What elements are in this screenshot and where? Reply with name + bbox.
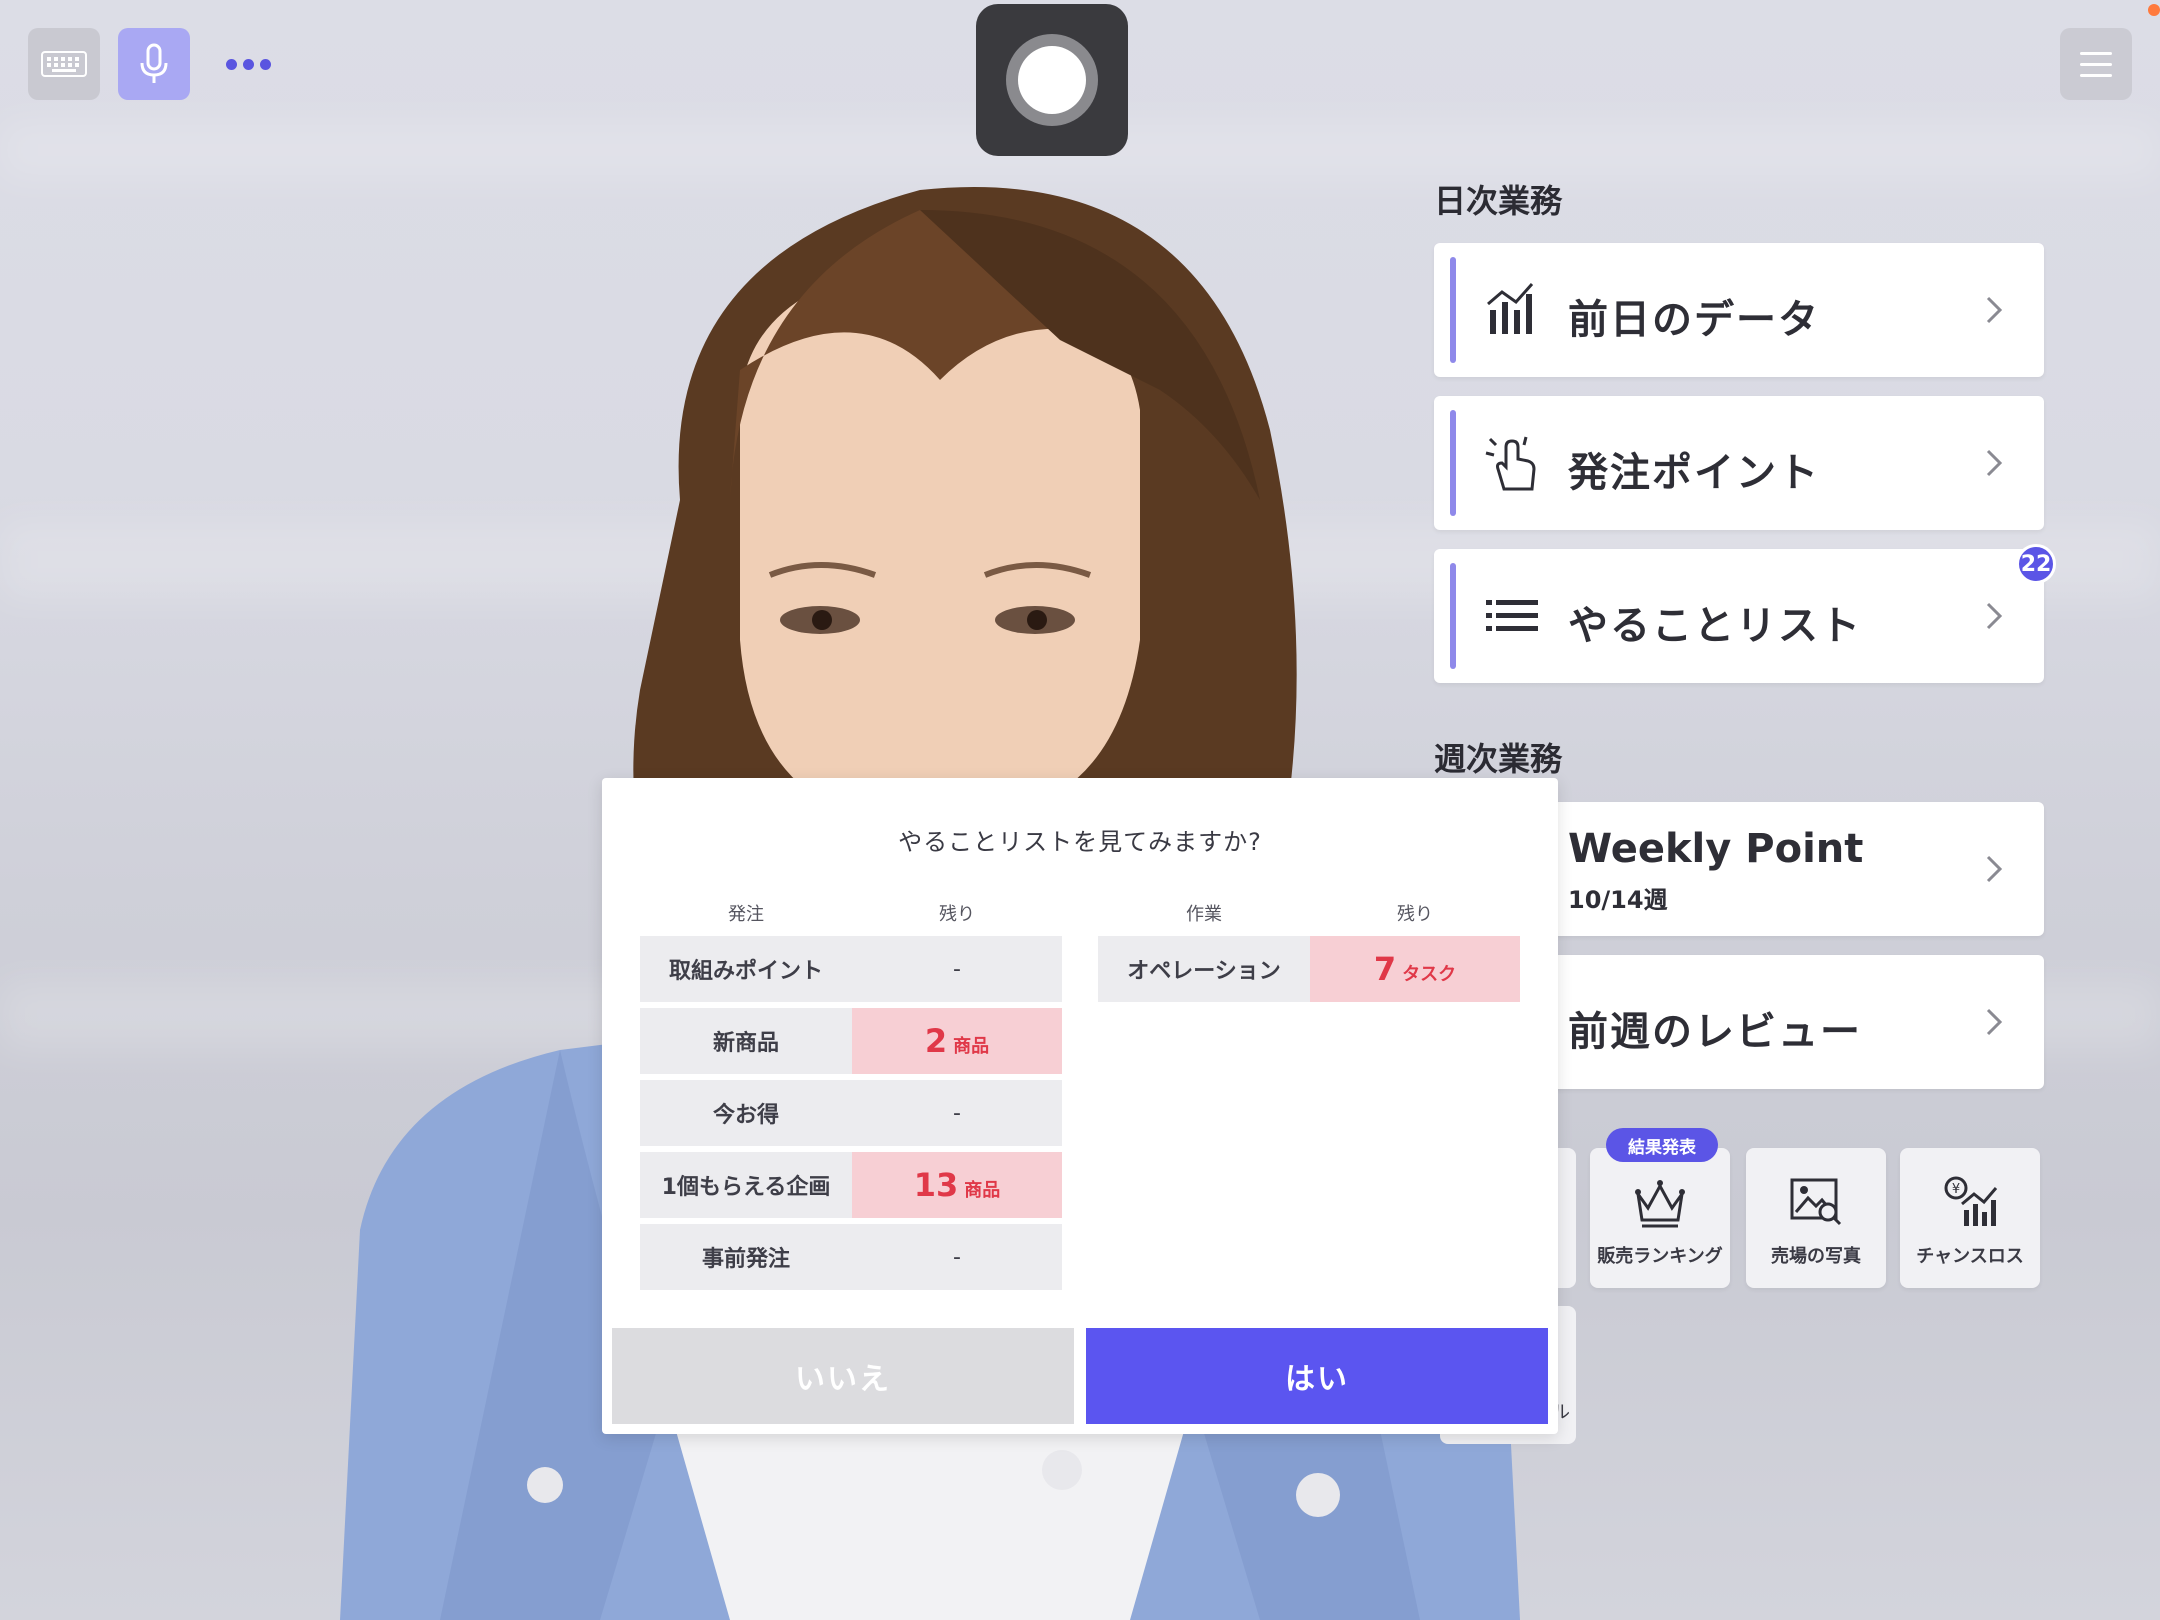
daily-item-order-point[interactable]: 発注ポイント <box>1434 396 2044 530</box>
tile-chance-loss[interactable]: ¥ チャンスロス <box>1900 1148 2040 1288</box>
notification-dot <box>2148 4 2160 16</box>
todo-confirm-dialog: やることリストを見てみますか? 発注 残り 作業 残り 取組みポイント - 新商… <box>602 778 1558 1434</box>
row-count: 13 <box>913 1166 959 1204</box>
row-label: 1個もらえる企画 <box>661 1175 831 1200</box>
weekly-section-title: 週次業務 <box>1434 740 1563 778</box>
row-label: 事前発注 <box>701 1247 790 1272</box>
table-row: 今お得 - <box>640 1080 1062 1146</box>
crown-icon <box>1635 1180 1685 1228</box>
microphone-button[interactable] <box>118 28 190 100</box>
yen-chart-icon: ¥ <box>1944 1176 1998 1226</box>
result-announcement-badge: 結果発表 <box>1606 1128 1718 1162</box>
list-icon <box>1486 600 1538 631</box>
row-label: 取組みポイント <box>668 959 823 984</box>
tile-label: チャンスロス <box>1916 1246 2024 1267</box>
microphone-icon <box>140 43 168 83</box>
daily-item-previous-data[interactable]: 前日のデータ <box>1434 243 2044 377</box>
daily-section-title: 日次業務 <box>1434 182 1563 220</box>
daily-item-label: やることリスト <box>1568 603 1862 649</box>
row-count: 7 <box>1373 950 1397 988</box>
row-value: - <box>953 1100 961 1126</box>
yes-button[interactable]: はい <box>1086 1328 1548 1424</box>
chevron-right-icon <box>1986 449 2003 477</box>
card-accent <box>1450 410 1456 516</box>
keyboard-icon <box>41 51 87 77</box>
row-unit: 商品 <box>953 1036 990 1057</box>
hamburger-menu-button[interactable] <box>2060 28 2132 100</box>
row-value: 7 タスク <box>1310 936 1520 1002</box>
table-row: 1個もらえる企画 13 商品 <box>640 1152 1062 1218</box>
hand-tap-icon <box>1485 436 1536 491</box>
more-options-button[interactable] <box>212 28 284 100</box>
card-accent <box>1450 257 1456 363</box>
tile-label: 売場の写真 <box>1771 1246 1861 1267</box>
daily-item-label: 発注ポイント <box>1568 450 1820 496</box>
table-row: 新商品 2 商品 <box>640 1008 1062 1074</box>
tile-store-photo[interactable]: 売場の写真 <box>1746 1148 1886 1288</box>
chevron-right-icon <box>1986 855 2003 883</box>
weekly-item-label: Weekly Point <box>1568 826 1864 872</box>
row-label: 新商品 <box>712 1031 779 1056</box>
row-value: 2 商品 <box>852 1008 1062 1074</box>
row-label: 今お得 <box>712 1103 779 1128</box>
row-label: オペレーション <box>1127 959 1281 984</box>
no-button[interactable]: いいえ <box>612 1328 1074 1424</box>
table-row: 取組みポイント - <box>640 936 1062 1002</box>
table-row: 事前発注 - <box>640 1224 1062 1290</box>
work-column-header: 作業 <box>1186 904 1222 925</box>
record-button-icon <box>1006 34 1098 126</box>
card-accent <box>1450 563 1456 669</box>
row-value: - <box>953 1244 961 1270</box>
row-unit: 商品 <box>964 1180 1001 1201</box>
daily-item-todo-list[interactable]: やることリスト <box>1434 549 2044 683</box>
chevron-right-icon <box>1986 602 2003 630</box>
tile-label: 販売ランキング <box>1597 1246 1723 1267</box>
weekly-item-week: 10/14週 <box>1568 886 1668 914</box>
table-row: オペレーション 7 タスク <box>1098 936 1520 1002</box>
tile-sales-ranking[interactable]: 販売ランキング <box>1590 1148 1730 1288</box>
record-button[interactable] <box>976 4 1128 156</box>
photo-search-icon <box>1790 1178 1842 1226</box>
weekly-item-label: 前週のレビュー <box>1568 1009 1862 1055</box>
remaining-column-header: 残り <box>939 904 975 925</box>
bar-chart-icon <box>1487 283 1534 334</box>
todo-count-badge: 22 <box>2016 544 2056 584</box>
keyboard-button[interactable] <box>28 28 100 100</box>
hamburger-menu-icon <box>2080 52 2112 55</box>
row-value: 13 商品 <box>852 1152 1062 1218</box>
chevron-right-icon <box>1986 1008 2003 1036</box>
row-unit: タスク <box>1402 964 1457 985</box>
row-count: 2 <box>924 1022 948 1060</box>
dialog-question: やることリストを見てみますか? <box>898 828 1262 856</box>
remaining-column-header: 残り <box>1397 904 1433 925</box>
row-value: - <box>953 956 961 982</box>
chevron-right-icon <box>1986 296 2003 324</box>
daily-item-label: 前日のデータ <box>1568 297 1820 343</box>
more-dots-icon <box>225 58 237 70</box>
order-column-header: 発注 <box>728 904 764 925</box>
svg-text:¥: ¥ <box>1952 1182 1960 1197</box>
